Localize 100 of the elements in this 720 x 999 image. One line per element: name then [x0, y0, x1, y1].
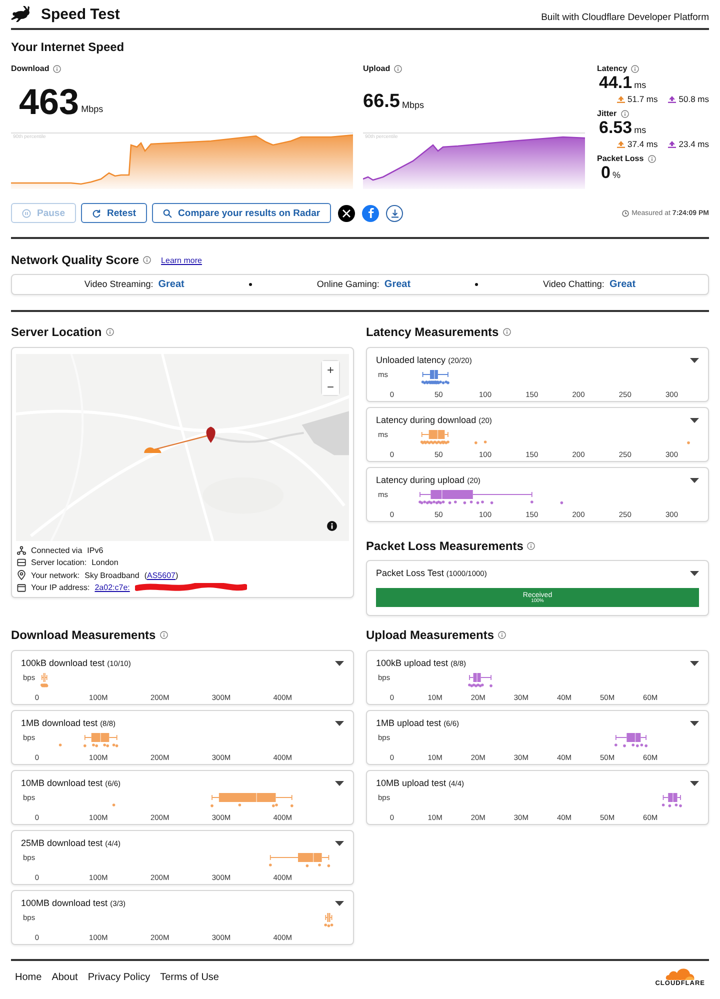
box-plot-drawing [58, 732, 118, 748]
caret-icon[interactable] [690, 418, 699, 422]
server-icon [17, 558, 26, 567]
location-pin-icon [17, 570, 26, 580]
info-icon[interactable] [327, 521, 337, 531]
test-title: 1MB upload test [376, 718, 442, 728]
tagline: Built with Cloudflare Developer Platform [541, 10, 709, 22]
metric-value: 0 [601, 163, 610, 183]
detail-value: IPv6 [87, 546, 104, 555]
app-title: Speed Test [41, 6, 120, 22]
upload-icon [668, 140, 676, 148]
detail-link[interactable]: 2a02:c7e: [94, 583, 130, 592]
rabbit-icon [11, 6, 32, 22]
box-plot-drawing [614, 732, 648, 748]
loaded-value: 37.4 ms [628, 139, 658, 149]
section-heading: Packet Loss Measurements [366, 539, 524, 553]
compare-button[interactable]: Compare your results on Radar [152, 203, 332, 223]
speed-unit: Mbps [402, 100, 424, 110]
detail-label: Server location: [31, 558, 87, 567]
test-title: 1MB download test [21, 718, 98, 728]
caret-icon[interactable] [335, 660, 344, 666]
test-title: Latency during download [376, 415, 476, 425]
test-title: 100kB upload test [376, 658, 448, 668]
metric-value: 6.53 [599, 118, 632, 138]
retest-button[interactable]: Retest [81, 203, 148, 223]
test-title: 10MB download test [21, 778, 103, 788]
caret-icon[interactable] [690, 660, 699, 666]
test-title: Unloaded latency [376, 355, 446, 365]
share-button[interactable] [338, 204, 356, 222]
loaded-value: 51.7 ms [628, 94, 658, 104]
section-heading: Network Quality Score [11, 253, 140, 267]
metric-label: Packet Loss [597, 154, 644, 163]
caret-icon[interactable] [335, 900, 344, 906]
detail-label: Connected via [31, 546, 82, 555]
search-icon [163, 208, 172, 218]
section-heading: Download Measurements [11, 628, 156, 642]
separator-dot [249, 283, 252, 286]
download-button[interactable] [386, 204, 404, 222]
caret-icon[interactable] [335, 720, 344, 726]
footer-link[interactable]: Privacy Policy [88, 972, 150, 982]
metric-unit: ms [634, 80, 646, 90]
metric-label: Download [11, 64, 50, 73]
learn-more-link[interactable]: Learn more [161, 256, 202, 264]
test-title: 25MB download test [21, 838, 103, 848]
speed-unit: Mbps [81, 104, 104, 114]
download-icon [390, 208, 399, 218]
section-heading: Latency Measurements [366, 325, 499, 339]
box-plot-drawing [269, 852, 330, 868]
score-label: Online Gaming: [316, 279, 380, 289]
box-plot-drawing [468, 672, 492, 688]
section-heading: Your Internet Speed [11, 40, 124, 54]
section-heading: Upload Measurements [366, 628, 494, 642]
loaded-value: 23.4 ms [678, 139, 709, 149]
caret-icon[interactable] [690, 570, 699, 576]
score-rating: Great [158, 279, 184, 290]
footer-link[interactable]: Home [15, 972, 42, 982]
score-label: Video Chatting: [543, 279, 604, 289]
caret-icon[interactable] [690, 780, 699, 786]
detail-value: ( [144, 570, 147, 580]
cross-icon [342, 208, 352, 218]
footer-link[interactable]: About [52, 972, 78, 982]
f-icon [368, 208, 374, 218]
caret-icon[interactable] [690, 358, 699, 362]
detail-link[interactable]: AS5607 [147, 570, 176, 580]
box-plot-drawing [40, 672, 48, 688]
box-plot-drawing [662, 792, 682, 808]
detail-label: Your network: [31, 570, 80, 580]
test-title: 100MB download test [21, 898, 108, 908]
separator-dot [475, 283, 478, 286]
section-heading: Server Location [11, 325, 102, 339]
loaded-value: 50.8 ms [678, 94, 709, 104]
test-title: 10MB upload test [376, 778, 446, 788]
download-icon [616, 140, 624, 148]
score-label: Video Streaming: [84, 279, 154, 289]
box-plot-drawing [324, 912, 334, 928]
metric-unit: ms [634, 125, 646, 135]
caret-icon[interactable] [690, 720, 699, 726]
cloud-icon [665, 967, 696, 980]
metric-unit: % [612, 170, 620, 180]
test-title: Packet Loss Test [376, 568, 444, 578]
caret-icon[interactable] [335, 780, 344, 786]
box-plot-drawing [421, 370, 450, 384]
score-rating: Great [384, 279, 411, 290]
metric-label: Upload [363, 64, 390, 73]
test-title: 100kB download test [21, 658, 105, 668]
caret-icon[interactable] [335, 840, 344, 846]
score-rating: Great [609, 279, 636, 290]
metric-value: 44.1 [599, 73, 632, 93]
metric-label: Jitter [597, 109, 617, 118]
detail-value: ) [175, 570, 178, 580]
metric-label: Latency [597, 64, 628, 73]
refresh-icon [92, 208, 101, 218]
upload-icon [668, 96, 676, 102]
footer-link[interactable]: Terms of Use [160, 972, 219, 982]
speed-value: 463 [19, 81, 80, 123]
caret-icon[interactable] [690, 478, 699, 482]
detail-value: London [92, 558, 118, 567]
card-icon [17, 584, 26, 592]
detail-label: Your IP address: [31, 583, 90, 592]
pause-icon [22, 208, 31, 218]
